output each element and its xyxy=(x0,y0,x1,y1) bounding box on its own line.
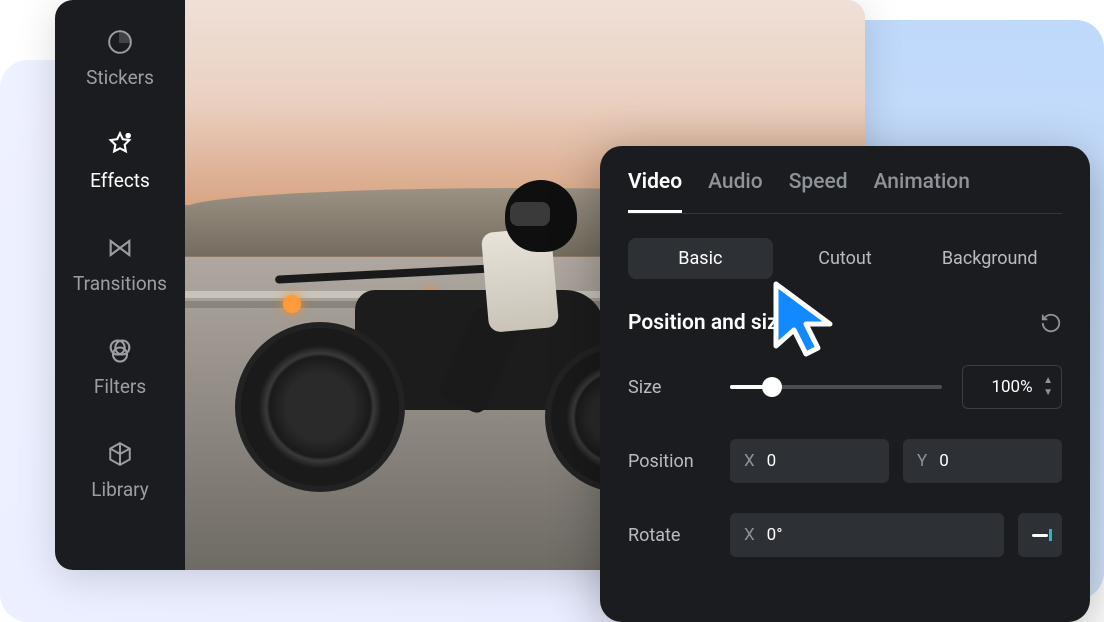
section-title: Position and size xyxy=(628,311,789,335)
sidebar: Stickers Effects Transitions Filters Lib… xyxy=(55,0,185,570)
rotate-axis-icon xyxy=(1032,534,1048,537)
sidebar-item-stickers[interactable]: Stickers xyxy=(55,22,185,95)
tab-animation[interactable]: Animation xyxy=(874,170,970,213)
sidebar-item-filters[interactable]: Filters xyxy=(55,331,185,404)
subtab-cutout[interactable]: Cutout xyxy=(773,238,918,279)
rotate-x-input[interactable]: X 0° xyxy=(730,513,1004,557)
filters-icon xyxy=(106,337,134,365)
stickers-icon xyxy=(106,28,134,56)
tab-speed[interactable]: Speed xyxy=(789,170,848,213)
size-slider[interactable] xyxy=(730,385,942,389)
size-label: Size xyxy=(628,377,710,398)
effects-icon xyxy=(106,131,134,159)
video-properties-panel: Video Audio Speed Animation Basic Cutout… xyxy=(600,146,1090,622)
subtab-background[interactable]: Background xyxy=(917,238,1062,279)
library-icon xyxy=(106,440,134,468)
position-x-input[interactable]: X 0 xyxy=(730,439,889,483)
reset-button[interactable] xyxy=(1040,312,1062,334)
sidebar-item-label: Library xyxy=(91,478,149,501)
slider-thumb[interactable] xyxy=(762,377,782,397)
rotate-label: Rotate xyxy=(628,525,710,546)
sidebar-item-label: Effects xyxy=(90,169,150,192)
tab-video[interactable]: Video xyxy=(628,170,682,213)
stepper-down-icon: ▼ xyxy=(1043,388,1053,398)
sidebar-item-effects[interactable]: Effects xyxy=(55,125,185,198)
transitions-icon xyxy=(106,234,134,262)
position-y-input[interactable]: Y 0 xyxy=(903,439,1062,483)
main-tabs: Video Audio Speed Animation xyxy=(628,170,1062,214)
stepper-up-icon: ▲ xyxy=(1043,376,1053,386)
position-label: Position xyxy=(628,451,710,472)
tab-audio[interactable]: Audio xyxy=(708,170,763,213)
size-value-input[interactable]: 100% ▲ ▼ xyxy=(962,365,1062,409)
subtab-basic[interactable]: Basic xyxy=(628,238,773,279)
sidebar-item-library[interactable]: Library xyxy=(55,434,185,507)
sidebar-item-label: Stickers xyxy=(86,66,154,89)
size-stepper[interactable]: ▲ ▼ xyxy=(1043,376,1053,398)
sidebar-item-transitions[interactable]: Transitions xyxy=(55,228,185,301)
sidebar-item-label: Filters xyxy=(94,375,146,398)
rotate-axis-toggle[interactable] xyxy=(1018,513,1062,557)
sidebar-item-label: Transitions xyxy=(73,272,167,295)
sub-tabs: Basic Cutout Background xyxy=(628,238,1062,279)
